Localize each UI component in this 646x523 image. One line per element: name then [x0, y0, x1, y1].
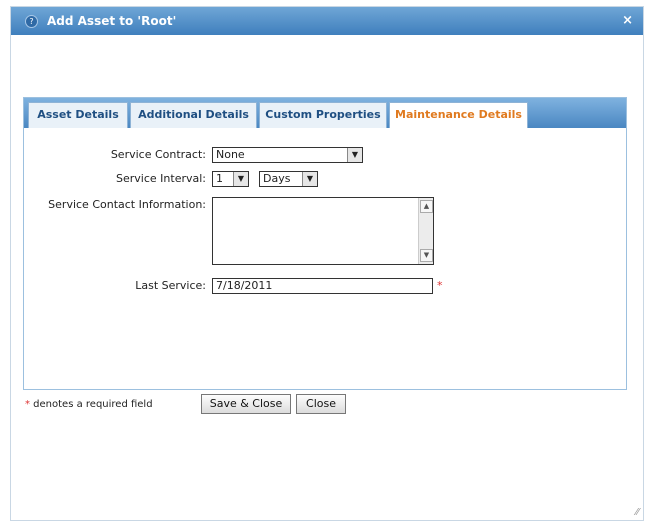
last-service-label: Last Service:	[135, 279, 206, 292]
add-asset-dialog: ? Add Asset to 'Root' × Asset Details Ad…	[10, 6, 644, 521]
textarea-scrollbar[interactable]: ▲ ▼	[418, 198, 433, 264]
close-icon[interactable]: ×	[622, 13, 633, 28]
service-interval-select[interactable]: 1 ▼	[212, 171, 249, 187]
tab-asset-details[interactable]: Asset Details	[28, 102, 128, 128]
service-contact-textarea[interactable]: ▲ ▼	[212, 197, 434, 265]
service-interval-label: Service Interval:	[116, 172, 206, 185]
required-note-text: denotes a required field	[30, 399, 153, 410]
service-interval-unit-select[interactable]: Days ▼	[259, 171, 318, 187]
chevron-down-icon[interactable]: ▼	[233, 172, 248, 186]
save-close-button[interactable]: Save & Close	[201, 394, 291, 414]
tab-panel: Asset Details Additional Details Custom …	[23, 97, 627, 390]
tab-custom-properties[interactable]: Custom Properties	[259, 102, 387, 128]
service-contact-label: Service Contact Information:	[48, 198, 206, 211]
tab-strip: Asset Details Additional Details Custom …	[24, 98, 626, 128]
required-marker: *	[437, 279, 443, 292]
dialog-titlebar[interactable]: ? Add Asset to 'Root' ×	[11, 7, 643, 35]
service-interval-unit-value: Days	[263, 172, 291, 185]
resize-grip-icon[interactable]: ⁄⁄	[636, 507, 639, 518]
service-contract-value: None	[216, 148, 245, 161]
required-field-note: * denotes a required field	[25, 399, 153, 410]
service-contract-select[interactable]: None ▼	[212, 147, 363, 163]
dialog-title: Add Asset to 'Root'	[47, 14, 177, 28]
chevron-down-icon[interactable]: ▼	[302, 172, 317, 186]
last-service-input[interactable]: 7/18/2011	[212, 278, 433, 294]
service-interval-value: 1	[216, 172, 223, 185]
scroll-down-icon[interactable]: ▼	[420, 249, 433, 262]
tab-additional-details[interactable]: Additional Details	[130, 102, 257, 128]
question-circle-icon[interactable]: ?	[25, 15, 38, 28]
scroll-up-icon[interactable]: ▲	[420, 200, 433, 213]
close-button[interactable]: Close	[296, 394, 346, 414]
tab-maintenance-details[interactable]: Maintenance Details	[389, 102, 528, 128]
service-contract-label: Service Contract:	[110, 148, 206, 161]
chevron-down-icon[interactable]: ▼	[347, 148, 362, 162]
